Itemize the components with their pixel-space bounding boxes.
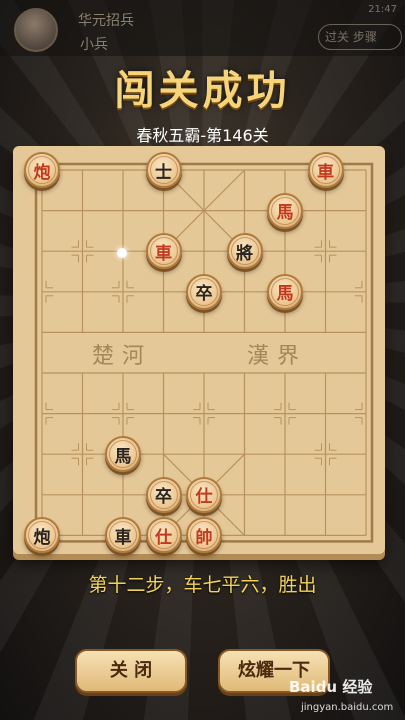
chess-piece-label: 炮 xyxy=(28,521,56,550)
chess-piece[interactable]: 車 xyxy=(145,233,182,270)
avatar xyxy=(14,8,58,52)
chess-piece-label: 士 xyxy=(149,156,178,184)
chess-piece[interactable]: 仕 xyxy=(145,517,182,554)
player-name: 华元招兵 xyxy=(78,13,134,29)
chess-piece-label: 車 xyxy=(311,156,340,184)
chess-piece[interactable]: 車 xyxy=(307,152,344,188)
chess-piece-label: 仕 xyxy=(190,480,218,509)
chess-piece[interactable]: 士 xyxy=(145,152,182,188)
player-rank: 小兵 xyxy=(80,37,108,53)
chess-piece[interactable]: 馬 xyxy=(267,192,303,229)
chess-piece-label: 仕 xyxy=(149,521,178,550)
chess-piece[interactable]: 仕 xyxy=(186,476,222,513)
status-bar: 华元招兵 小兵 21:47 过关 步骤 xyxy=(0,0,405,56)
chess-piece-label: 車 xyxy=(109,521,137,550)
chess-piece-label: 卒 xyxy=(190,277,218,306)
chess-piece-label: 炮 xyxy=(28,156,56,184)
chess-piece-label: 車 xyxy=(149,237,178,266)
chess-piece[interactable]: 卒 xyxy=(186,273,222,310)
chess-piece-label: 卒 xyxy=(149,480,178,509)
move-description: 第十二步，车七平六，胜出 xyxy=(88,574,317,596)
level-label: 春秋五霸-第146关 xyxy=(136,126,269,145)
river-right-label: 漢界 xyxy=(247,344,308,369)
clock: 21:47 xyxy=(368,4,397,15)
chess-piece-label: 馬 xyxy=(109,440,137,469)
chess-piece-label: 馬 xyxy=(271,277,299,306)
victory-title: 闯关成功 xyxy=(114,67,291,114)
skip-steps-button[interactable]: 过关 步骤 xyxy=(318,24,402,50)
watermark-url: jingyan.baidu.com xyxy=(301,702,394,713)
watermark-brand: Baidu 经验 xyxy=(289,678,373,696)
river-left-label: 楚河 xyxy=(92,344,153,369)
close-button[interactable]: 关 闭 xyxy=(75,649,187,693)
chess-piece[interactable]: 馬 xyxy=(105,436,141,473)
chess-piece[interactable]: 卒 xyxy=(145,476,182,513)
chess-piece-label: 馬 xyxy=(271,196,299,225)
chess-piece-label: 帥 xyxy=(190,521,218,550)
close-button-label: 关 闭 xyxy=(109,660,153,681)
chess-piece-label: 將 xyxy=(230,237,259,266)
chess-piece[interactable]: 炮 xyxy=(24,152,60,188)
skip-steps-label: 过关 步骤 xyxy=(325,30,377,44)
chess-piece[interactable]: 馬 xyxy=(267,273,303,310)
last-move-marker xyxy=(117,248,127,258)
chess-piece[interactable]: 將 xyxy=(226,233,263,270)
